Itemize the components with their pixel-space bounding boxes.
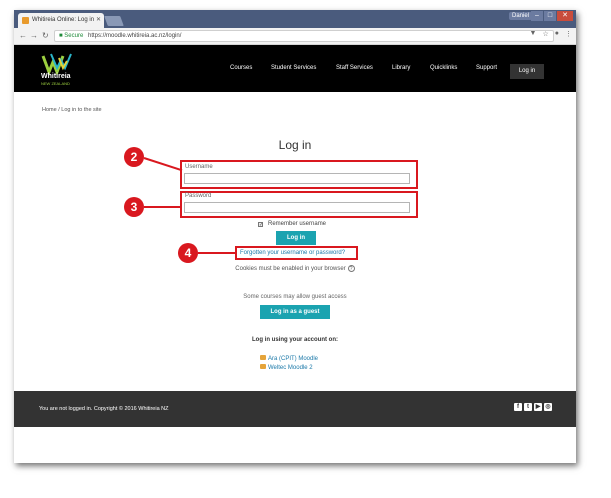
toolbar-icons: ▼ ☆ ● ⋮ — [530, 30, 572, 38]
site-footer: You are not logged in. Copyright © 2016 … — [14, 391, 576, 427]
remember-checkbox[interactable]: ✓ — [258, 222, 263, 228]
nav-staff-services[interactable]: Staff Services — [336, 65, 373, 71]
moodle-icon — [260, 364, 266, 369]
password-input[interactable] — [184, 202, 410, 213]
reload-icon[interactable]: ↻ — [42, 31, 49, 40]
browser-tab[interactable]: Whitireia Online: Log in ✕ — [18, 13, 104, 28]
browser-toolbar: ← → ↻ ■ Secure https://moodle.whitireia.… — [14, 28, 576, 45]
password-label: Password — [185, 193, 212, 199]
browser-window: Whitireia Online: Log in ✕ Daniel – □ ✕ … — [14, 10, 576, 463]
instagram-icon[interactable]: ◎ — [544, 403, 552, 411]
profile-badge[interactable]: Daniel — [508, 12, 532, 20]
forward-icon[interactable]: → — [30, 31, 38, 40]
youtube-icon[interactable]: ▶ — [534, 403, 542, 411]
tab-strip: Whitireia Online: Log in ✕ Daniel – □ ✕ — [14, 10, 576, 28]
guest-note: Some courses may allow guest access — [243, 294, 347, 300]
provider-ara-link[interactable]: Ara (CPIT) Moodle — [260, 355, 318, 362]
nav-courses[interactable]: Courses — [230, 65, 252, 71]
favicon-icon — [22, 17, 29, 24]
extension-icon[interactable]: ● — [555, 30, 559, 38]
username-input[interactable] — [184, 173, 410, 184]
identity-providers-title: Log in using your account on: — [252, 337, 338, 343]
nav-library[interactable]: Library — [392, 65, 410, 71]
cookies-text: Cookies must be enabled in your browser — [235, 266, 346, 272]
header-login-button[interactable]: Log in — [510, 64, 544, 79]
main-nav: Courses Student Services Staff Services … — [14, 65, 576, 75]
provider-weltec-label: Weltec Moodle 2 — [268, 365, 313, 371]
nav-support[interactable]: Support — [476, 65, 497, 71]
nav-quicklinks[interactable]: Quicklinks — [430, 65, 457, 71]
remember-username[interactable]: ✓ Remember username — [258, 221, 327, 228]
moodle-icon — [260, 355, 266, 360]
minimize-icon[interactable]: – — [531, 11, 543, 21]
login-submit-button[interactable]: Log in — [276, 231, 316, 245]
footer-text: You are not logged in. Copyright © 2016 … — [39, 406, 169, 412]
close-tab-icon[interactable]: ✕ — [96, 16, 101, 23]
step-4-pointer — [198, 252, 236, 254]
step-marker-4: 4 — [178, 243, 198, 263]
forgot-password-link[interactable]: Forgotten your username or password? — [240, 250, 345, 256]
url-text: https://moodle.whitireia.ac.nz/login/ — [87, 33, 182, 39]
cookies-note: Cookies must be enabled in your browser? — [14, 265, 576, 272]
step-marker-3: 3 — [124, 197, 144, 217]
site-header: Whitireia NEW ZEALAND Courses Student Se… — [14, 45, 576, 92]
provider-ara-label: Ara (CPIT) Moodle — [268, 356, 319, 362]
step-3-pointer — [144, 206, 182, 208]
guest-login-button[interactable]: Log in as a guest — [260, 305, 330, 319]
window-controls: – □ ✕ — [531, 11, 573, 21]
secure-label: Secure — [64, 33, 84, 39]
filter-icon[interactable]: ▼ — [530, 30, 537, 38]
star-icon[interactable]: ☆ — [542, 30, 548, 38]
social-links: f t ▶ ◎ — [514, 403, 552, 411]
breadcrumb[interactable]: Home / Log in to the site — [42, 107, 102, 113]
back-icon[interactable]: ← — [19, 31, 27, 40]
lock-icon: ■ — [59, 33, 63, 39]
new-tab-button[interactable] — [104, 16, 124, 26]
provider-weltec-link[interactable]: Weltec Moodle 2 — [260, 364, 313, 371]
twitter-icon[interactable]: t — [524, 403, 532, 411]
step-marker-2: 2 — [124, 147, 144, 167]
nav-student-services[interactable]: Student Services — [271, 65, 316, 71]
username-label: Username — [185, 164, 213, 170]
logo-subtext: NEW ZEALAND — [41, 81, 70, 86]
menu-icon[interactable]: ⋮ — [565, 30, 572, 38]
facebook-icon[interactable]: f — [514, 403, 522, 411]
close-window-icon[interactable]: ✕ — [557, 11, 573, 21]
tab-title: Whitireia Online: Log in — [32, 17, 95, 23]
page-title: Log in — [278, 138, 312, 152]
address-bar[interactable]: ■ Secure https://moodle.whitireia.ac.nz/… — [54, 30, 554, 42]
remember-label: Remember username — [268, 221, 327, 227]
maximize-icon[interactable]: □ — [544, 11, 556, 21]
help-icon[interactable]: ? — [347, 265, 355, 272]
